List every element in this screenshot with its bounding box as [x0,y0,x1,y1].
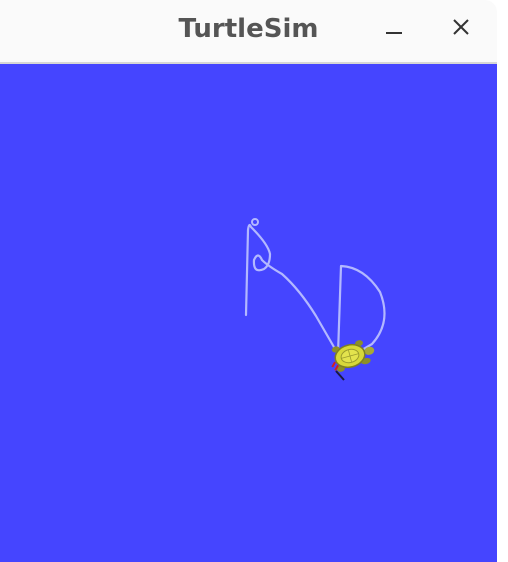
title-bar[interactable]: TurtleSim [0,0,497,64]
turtle-canvas [0,64,497,562]
desktop-edge [497,0,508,562]
window-title: TurtleSim [178,14,319,44]
close-icon [453,19,469,35]
turtlesim-window: TurtleSim [0,0,497,562]
close-button[interactable] [443,10,479,46]
minimize-icon [386,32,402,34]
canvas-background [0,64,497,562]
minimize-button[interactable] [376,10,412,46]
